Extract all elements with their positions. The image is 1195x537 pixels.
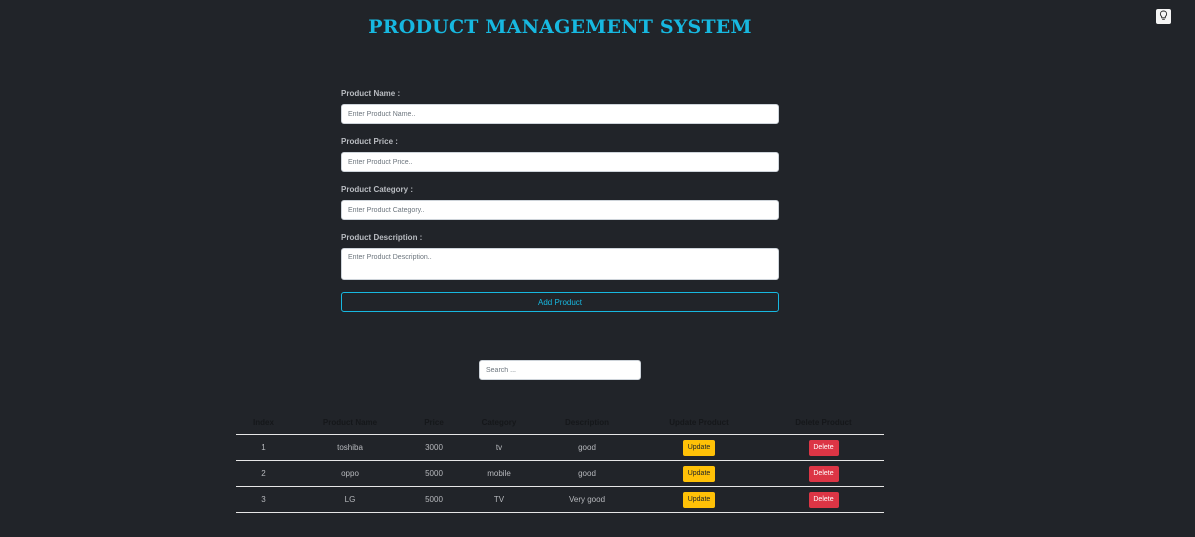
product-name-input[interactable] bbox=[341, 104, 779, 124]
delete-button[interactable]: Delete bbox=[808, 491, 839, 508]
cell-product-name: oppo bbox=[291, 460, 409, 487]
delete-button[interactable]: Delete bbox=[808, 465, 839, 482]
cell-index: 2 bbox=[236, 460, 291, 487]
product-form: Product Name : Product Price : Product C… bbox=[341, 86, 779, 312]
table-row: 2 oppo 5000 mobile good Update Delete bbox=[236, 460, 884, 487]
cell-update: Update bbox=[635, 434, 763, 461]
column-header-update-product: Update Product bbox=[635, 410, 763, 435]
cell-update: Update bbox=[635, 486, 763, 513]
cell-update: Update bbox=[635, 460, 763, 487]
cell-product-name: toshiba bbox=[291, 434, 409, 461]
product-description-label: Product Description : bbox=[341, 233, 423, 242]
column-header-description: Description bbox=[539, 410, 635, 435]
table-row: 1 toshiba 3000 tv good Update Delete bbox=[236, 434, 884, 461]
column-header-product-name: Product Name bbox=[291, 410, 409, 435]
table-row: 3 LG 5000 TV Very good Update Delete bbox=[236, 486, 884, 513]
cell-product-name: LG bbox=[291, 486, 409, 513]
product-category-input[interactable] bbox=[341, 200, 779, 220]
column-header-index: Index bbox=[236, 410, 291, 435]
product-name-label: Product Name : bbox=[341, 89, 401, 98]
page: PRODUCT MANAGEMENT SYSTEM Product Name :… bbox=[0, 0, 1195, 537]
update-button[interactable]: Update bbox=[683, 439, 715, 456]
theme-toggle-button[interactable] bbox=[1156, 9, 1171, 24]
product-price-label: Product Price : bbox=[341, 137, 398, 146]
cell-description: good bbox=[539, 434, 635, 461]
column-header-delete-product: Delete Product bbox=[763, 410, 884, 435]
cell-description: Very good bbox=[539, 486, 635, 513]
product-price-input[interactable] bbox=[341, 152, 779, 172]
cell-category: tv bbox=[459, 434, 539, 461]
lightbulb-icon bbox=[1159, 8, 1168, 26]
cell-category: TV bbox=[459, 486, 539, 513]
cell-delete: Delete bbox=[763, 486, 884, 513]
update-button[interactable]: Update bbox=[683, 491, 715, 508]
delete-button[interactable]: Delete bbox=[808, 439, 839, 456]
product-category-label: Product Category : bbox=[341, 185, 414, 194]
column-header-category: Category bbox=[459, 410, 539, 435]
update-button[interactable]: Update bbox=[683, 465, 715, 482]
table-header-row: Index Product Name Price Category Descri… bbox=[236, 410, 884, 435]
cell-delete: Delete bbox=[763, 434, 884, 461]
cell-price: 5000 bbox=[409, 460, 459, 487]
cell-delete: Delete bbox=[763, 460, 884, 487]
search-input[interactable] bbox=[479, 360, 641, 380]
add-product-button[interactable]: Add Product bbox=[341, 292, 779, 312]
cell-index: 3 bbox=[236, 486, 291, 513]
cell-index: 1 bbox=[236, 434, 291, 461]
cell-category: mobile bbox=[459, 460, 539, 487]
cell-description: good bbox=[539, 460, 635, 487]
page-title: PRODUCT MANAGEMENT SYSTEM bbox=[368, 16, 752, 38]
column-header-price: Price bbox=[409, 410, 459, 435]
product-description-textarea[interactable] bbox=[341, 248, 779, 280]
products-table: Index Product Name Price Category Descri… bbox=[236, 410, 884, 513]
cell-price: 5000 bbox=[409, 486, 459, 513]
cell-price: 3000 bbox=[409, 434, 459, 461]
